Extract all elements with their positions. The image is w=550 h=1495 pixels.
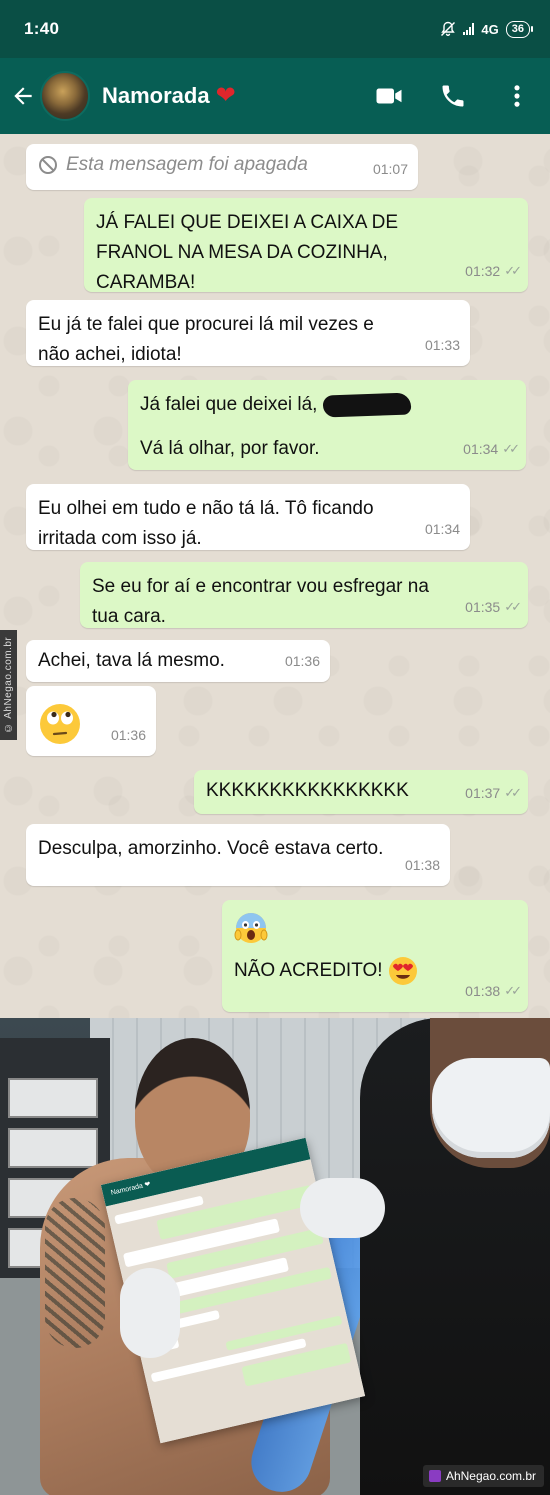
read-ticks-icon: ✓✓ — [504, 785, 522, 800]
message-bubble-outgoing[interactable]: NÃO ACREDITO! 01:38 ✓✓ — [222, 900, 528, 1012]
message-meta: 01:32 ✓✓ — [465, 256, 522, 286]
message-bubble-outgoing[interactable]: Já falei que deixei lá, Vá lá olhar, por… — [128, 380, 526, 470]
message-meta: 01:36 — [111, 720, 146, 750]
message-line: FRANOL NA MESA DA COZINHA, — [96, 242, 388, 263]
message-time: 01:36 — [110, 727, 146, 743]
message-time: 01:35 — [465, 599, 501, 615]
notifications-off-icon — [440, 21, 456, 37]
message-time: 01:36 — [284, 653, 320, 669]
status-time: 1:40 — [24, 19, 60, 38]
battery-level: 36 — [511, 23, 524, 35]
chat-header: Namorada ❤ — [0, 58, 550, 134]
message-line: Achei, tava lá mesmo. — [38, 650, 225, 671]
message-text: Esta mensagem foi apagada — [66, 154, 308, 175]
message-meta: 01:37 ✓✓ — [465, 778, 522, 808]
message-bubble-incoming[interactable]: Esta mensagem foi apagada 01:07 — [26, 144, 418, 190]
deleted-message: Esta mensagem foi apagada — [38, 150, 406, 180]
message-bubble-incoming[interactable]: Eu já te falei que procurei lá mil vezes… — [26, 300, 470, 366]
avatar[interactable] — [40, 71, 90, 121]
message-meta: 01:38 — [405, 850, 440, 880]
message-bubble-incoming[interactable]: 01:36 — [26, 686, 156, 756]
read-ticks-icon: ✓✓ — [502, 441, 520, 456]
read-ticks-icon: ✓✓ — [504, 599, 522, 614]
message-meta: 01:34 ✓✓ — [463, 434, 520, 464]
deleted-icon — [39, 156, 57, 174]
message-time: 01:37 — [465, 785, 501, 801]
battery-icon: 36 — [505, 20, 534, 38]
message-line: Desculpa, amorzinho. Você estava certo. — [38, 838, 384, 859]
message-line: JÁ FALEI QUE DEIXEI A CAIXA DE — [96, 212, 399, 233]
message-line: não achei, idiota! — [38, 344, 182, 365]
back-arrow-icon[interactable] — [10, 83, 36, 109]
message-line: Vá lá olhar, por favor. — [140, 438, 320, 459]
status-icons: 4G 36 — [440, 20, 534, 38]
phone-icon[interactable] — [438, 81, 468, 111]
heart-emoji: ❤ — [215, 82, 236, 109]
message-time: 01:32 — [465, 263, 501, 279]
message-time: 01:33 — [424, 337, 460, 353]
chat-area[interactable]: Esta mensagem foi apagada 01:07 JÁ FALEI… — [0, 134, 550, 1018]
read-ticks-icon: ✓✓ — [504, 263, 522, 278]
redaction-scribble — [322, 392, 412, 418]
message-meta: 01:38 ✓✓ — [465, 976, 522, 1006]
message-line: irritada com isso já. — [38, 528, 202, 549]
message-line-text: NÃO ACREDITO! — [234, 960, 383, 982]
tattoo-photo: Namorada ❤ AhNegao.com.br — [0, 1018, 550, 1495]
message-meta: 01:36 — [285, 646, 320, 676]
message-line: CARAMBA! — [96, 272, 196, 293]
side-watermark: © AhNegao.com.br — [0, 630, 17, 740]
message-line: Eu olhei em tudo e não tá lá. Tô ficando — [38, 498, 374, 519]
signal-icon — [463, 23, 475, 35]
message-line-text: Já falei que deixei lá, — [140, 394, 318, 415]
message-line: Se eu for aí e encontrar vou esfregar na — [92, 576, 429, 597]
message-time: 01:34 — [463, 441, 499, 457]
message-time: 01:38 — [465, 983, 501, 999]
message-time: 01:34 — [424, 521, 460, 537]
photo-arm-tattoo — [45, 1198, 105, 1348]
site-name: AhNegao.com.br — [445, 1469, 536, 1483]
message-meta: 01:34 — [425, 514, 460, 544]
message-meta: 01:33 — [425, 330, 460, 360]
message-bubble-outgoing[interactable]: KKKKKKKKKKKKKKKK 01:37 ✓✓ — [194, 770, 528, 814]
contact-name-text: Namorada — [102, 83, 210, 108]
status-bar: 1:40 4G 36 — [0, 0, 550, 58]
more-vert-icon[interactable] — [502, 81, 532, 111]
message-line: tua cara. — [92, 606, 166, 627]
message-bubble-outgoing[interactable]: Se eu for aí e encontrar vou esfregar na… — [80, 562, 528, 628]
rolling-eyes-emoji — [40, 704, 80, 744]
site-watermark: AhNegao.com.br — [422, 1465, 544, 1487]
contact-name[interactable]: Namorada ❤ — [102, 83, 236, 109]
network-type: 4G — [481, 21, 499, 37]
message-bubble-incoming[interactable]: Desculpa, amorzinho. Você estava certo. … — [26, 824, 450, 886]
message-bubble-incoming[interactable]: Eu olhei em tudo e não tá lá. Tô ficando… — [26, 484, 470, 550]
message-time: 01:38 — [404, 857, 440, 873]
message-meta: 01:35 ✓✓ — [465, 592, 522, 622]
message-bubble-outgoing[interactable]: JÁ FALEI QUE DEIXEI A CAIXA DE FRANOL NA… — [84, 198, 528, 293]
message-bubble-incoming[interactable]: Achei, tava lá mesmo. 01:36 — [26, 640, 330, 682]
message-meta: 01:07 — [373, 154, 408, 184]
heart-eyes-emoji — [388, 957, 417, 985]
message-line: Eu já te falei que procurei lá mil vezes… — [38, 314, 374, 335]
photo-right-glove — [300, 1178, 385, 1238]
video-call-icon[interactable] — [374, 81, 404, 111]
photo-left-glove — [120, 1268, 180, 1358]
screaming-face-emoji — [234, 913, 268, 943]
message-time: 01:07 — [372, 161, 408, 177]
message-line: Já falei que deixei lá, — [140, 390, 514, 420]
header-actions — [374, 81, 532, 111]
photo-face-mask — [432, 1058, 550, 1158]
read-ticks-icon: ✓✓ — [504, 983, 522, 998]
site-logo-icon — [428, 1470, 441, 1482]
